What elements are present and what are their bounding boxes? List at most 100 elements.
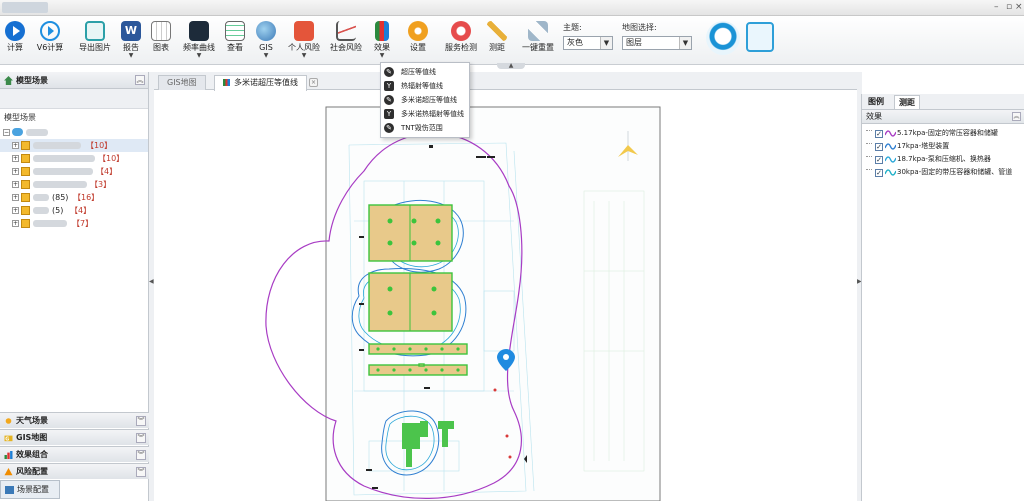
folder-icon (21, 180, 30, 189)
legend-item[interactable]: ✓ 30kpa-固定的带压容器和储罐、管道 (862, 166, 1024, 179)
customer-service-icon[interactable] (706, 21, 740, 55)
legend-checkbox[interactable]: ✓ (875, 143, 883, 151)
fn-curve-icon (336, 21, 356, 41)
reset-button[interactable]: 一键重置 (520, 19, 556, 63)
wave-icon (885, 169, 896, 176)
tree-item[interactable]: + 【3】 (0, 178, 148, 191)
folder-icon (21, 154, 30, 163)
tree-item[interactable]: + 【10】 (0, 152, 148, 165)
report-button[interactable]: W 报告 ▼ (120, 19, 142, 63)
tree-item[interactable]: + 【7】 (0, 217, 148, 230)
menu-item-overpressure-contour[interactable]: ✎ 超压等值线 (381, 65, 469, 79)
theme-select[interactable]: 灰色 ▼ (563, 36, 613, 50)
chevron-down-icon: ▼ (679, 37, 691, 49)
effect-section-header[interactable]: 效果 ︽ (862, 110, 1024, 124)
scene-label: 模型场景 (4, 113, 36, 122)
measure-button[interactable]: 测距 (486, 19, 508, 63)
accordion-risk-config[interactable]: 风险配置 ︾ (0, 463, 149, 479)
item-count: 【4】 (96, 167, 118, 176)
chart-button[interactable]: 图表 (150, 19, 172, 63)
wave-icon (885, 130, 896, 137)
expand-icon[interactable]: + (12, 181, 19, 188)
scene-config-tab[interactable]: 场景配置 (0, 480, 60, 499)
menu-item-thermal-contour[interactable]: Y 热辐射等值线 (381, 79, 469, 93)
expand-icon[interactable]: ︾ (136, 450, 146, 460)
tree-item[interactable]: + (5) 【4】 (0, 204, 148, 217)
word-icon: W (121, 21, 141, 41)
view-button[interactable]: 查看 (224, 19, 246, 63)
accordion-weather-scene[interactable]: 天气场景 ︾ (0, 412, 149, 428)
item-count: 【4】 (70, 206, 92, 215)
right-panel: 图例 测距 效果 ︽ ✓ 5.17kpa-固定的常压容器和储罐 ✓ 17kpa-… (861, 94, 1024, 501)
tree-item[interactable]: + 【4】 (0, 165, 148, 178)
left-panel: 模型场景 ︽ 模型场景 − + 【10】 + 【10】 + 【4】 + 【3】 … (0, 72, 149, 501)
item-count: 【16】 (73, 193, 100, 202)
tab-gis-map[interactable]: GIS地图 (158, 75, 206, 90)
toolbar-collapse-handle[interactable]: ▲ (497, 63, 525, 69)
collapse-icon[interactable]: ︽ (1012, 112, 1021, 121)
menu-item-domino-thermal[interactable]: Y 多米诺热辐射等值线 (381, 107, 469, 121)
legend-checkbox[interactable]: ✓ (875, 156, 883, 164)
legend-item[interactable]: ✓ 17kpa-塔型装置 (862, 140, 1024, 153)
folder-icon (21, 141, 30, 150)
effect-button[interactable]: 效果 ▼ (371, 19, 393, 63)
tab-measure[interactable]: 测距 (894, 95, 920, 109)
collapse-icon[interactable]: ︽ (135, 75, 145, 85)
maximize-icon[interactable]: ▫ (1006, 2, 1012, 13)
expand-icon[interactable]: + (12, 194, 19, 201)
legend-item[interactable]: ✓ 18.7kpa-泵和压缩机、换热器 (862, 153, 1024, 166)
legend-checkbox[interactable]: ✓ (875, 169, 883, 177)
map-canvas[interactable] (154, 91, 861, 501)
chevron-down-icon: ▼ (600, 37, 612, 49)
table-icon (225, 21, 245, 41)
expand-icon[interactable]: ︾ (136, 433, 146, 443)
export-image-button[interactable]: 导出图片 (78, 19, 112, 63)
chevron-down-icon: ▼ (128, 52, 134, 59)
expand-icon[interactable]: ︾ (136, 467, 146, 477)
social-risk-button[interactable]: 社会风险 (328, 19, 364, 63)
minimize-icon[interactable]: – (994, 2, 999, 13)
close-icon[interactable]: × (1015, 2, 1023, 13)
site-map[interactable] (154, 91, 861, 501)
thermal-icon: Y (384, 81, 394, 91)
tab-legend[interactable]: 图例 (864, 95, 888, 109)
image-icon (85, 21, 105, 41)
tab-domino-overpressure[interactable]: 多米诺超压等值线 × (214, 75, 318, 91)
thermal-icon: Y (384, 109, 394, 119)
tree-item[interactable]: + (85) 【16】 (0, 191, 148, 204)
legend-item[interactable]: ✓ 5.17kpa-固定的常压容器和储罐 (862, 127, 1024, 140)
expand-icon[interactable]: + (12, 207, 19, 214)
menu-item-tnt-damage[interactable]: ✎ TNT毁伤范围 (381, 121, 469, 135)
photo-icon[interactable] (746, 22, 774, 52)
model-scene-header[interactable]: 模型场景 ︽ (0, 72, 148, 89)
tree-root[interactable]: − (0, 126, 148, 139)
close-tab-icon[interactable]: × (309, 78, 318, 87)
contour-icon: ✎ (384, 95, 394, 105)
accordion-effect-combination[interactable]: 效果组合 ︾ (0, 446, 149, 462)
map-select[interactable]: 图层 ▼ (622, 36, 692, 50)
individual-risk-button[interactable]: 个人风险 ▼ (287, 19, 321, 63)
expand-icon[interactable]: + (12, 220, 19, 227)
tab-bar: GIS地图 多米诺超压等值线 × (154, 72, 861, 91)
redacted-label (33, 194, 49, 201)
collapse-tree-icon[interactable]: − (3, 129, 10, 136)
tank-areas (368, 204, 468, 376)
v6-calculate-button[interactable]: V6计算 (36, 19, 64, 63)
settings-button[interactable]: 设置 (407, 19, 429, 63)
expand-icon[interactable]: + (12, 168, 19, 175)
home-icon (4, 76, 13, 85)
service-check-button[interactable]: 服务检测 (443, 19, 479, 63)
item-count: 【10】 (98, 154, 125, 163)
expand-icon[interactable]: + (12, 155, 19, 162)
expand-icon[interactable]: ︾ (136, 416, 146, 426)
gis-button[interactable]: GIS ▼ (255, 19, 277, 63)
gis-icon: G (4, 435, 13, 442)
svg-text:G: G (5, 436, 9, 442)
expand-icon[interactable]: + (12, 142, 19, 149)
frequency-curve-button[interactable]: 频率曲线 ▼ (182, 19, 216, 63)
menu-item-domino-overpressure[interactable]: ✎ 多米诺超压等值线 (381, 93, 469, 107)
legend-checkbox[interactable]: ✓ (875, 130, 883, 138)
calculate-button[interactable]: 计算 (4, 19, 26, 63)
accordion-gis-map[interactable]: G GIS地图 ︾ (0, 429, 149, 445)
tree-item[interactable]: + 【10】 (0, 139, 148, 152)
